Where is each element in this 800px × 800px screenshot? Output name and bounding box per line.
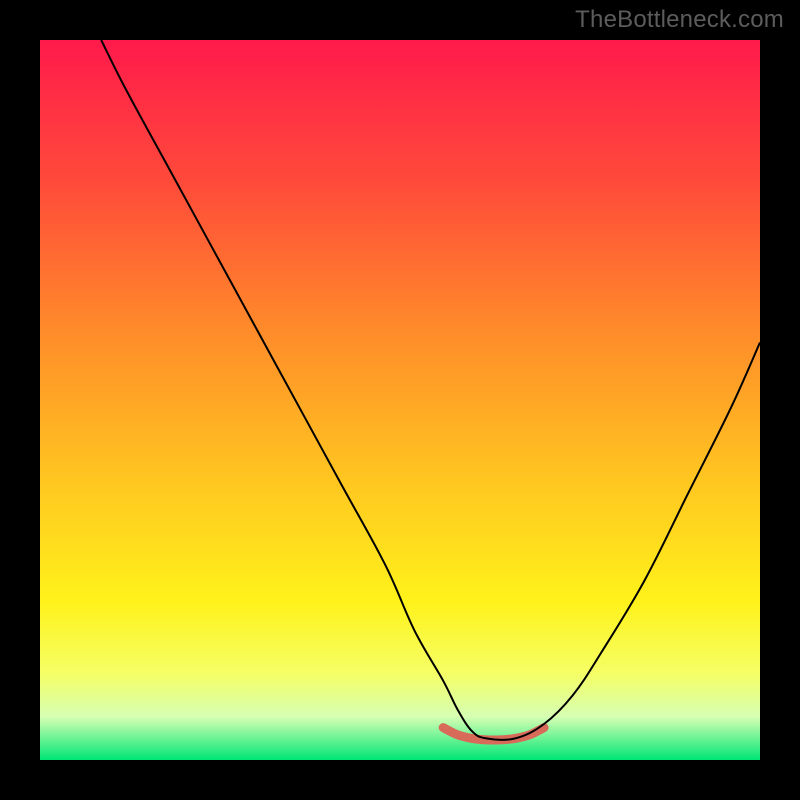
bottleneck-chart: [0, 0, 800, 800]
watermark-text: TheBottleneck.com: [575, 6, 784, 34]
chart-stage: TheBottleneck.com: [0, 0, 800, 800]
gradient-background: [40, 40, 760, 760]
